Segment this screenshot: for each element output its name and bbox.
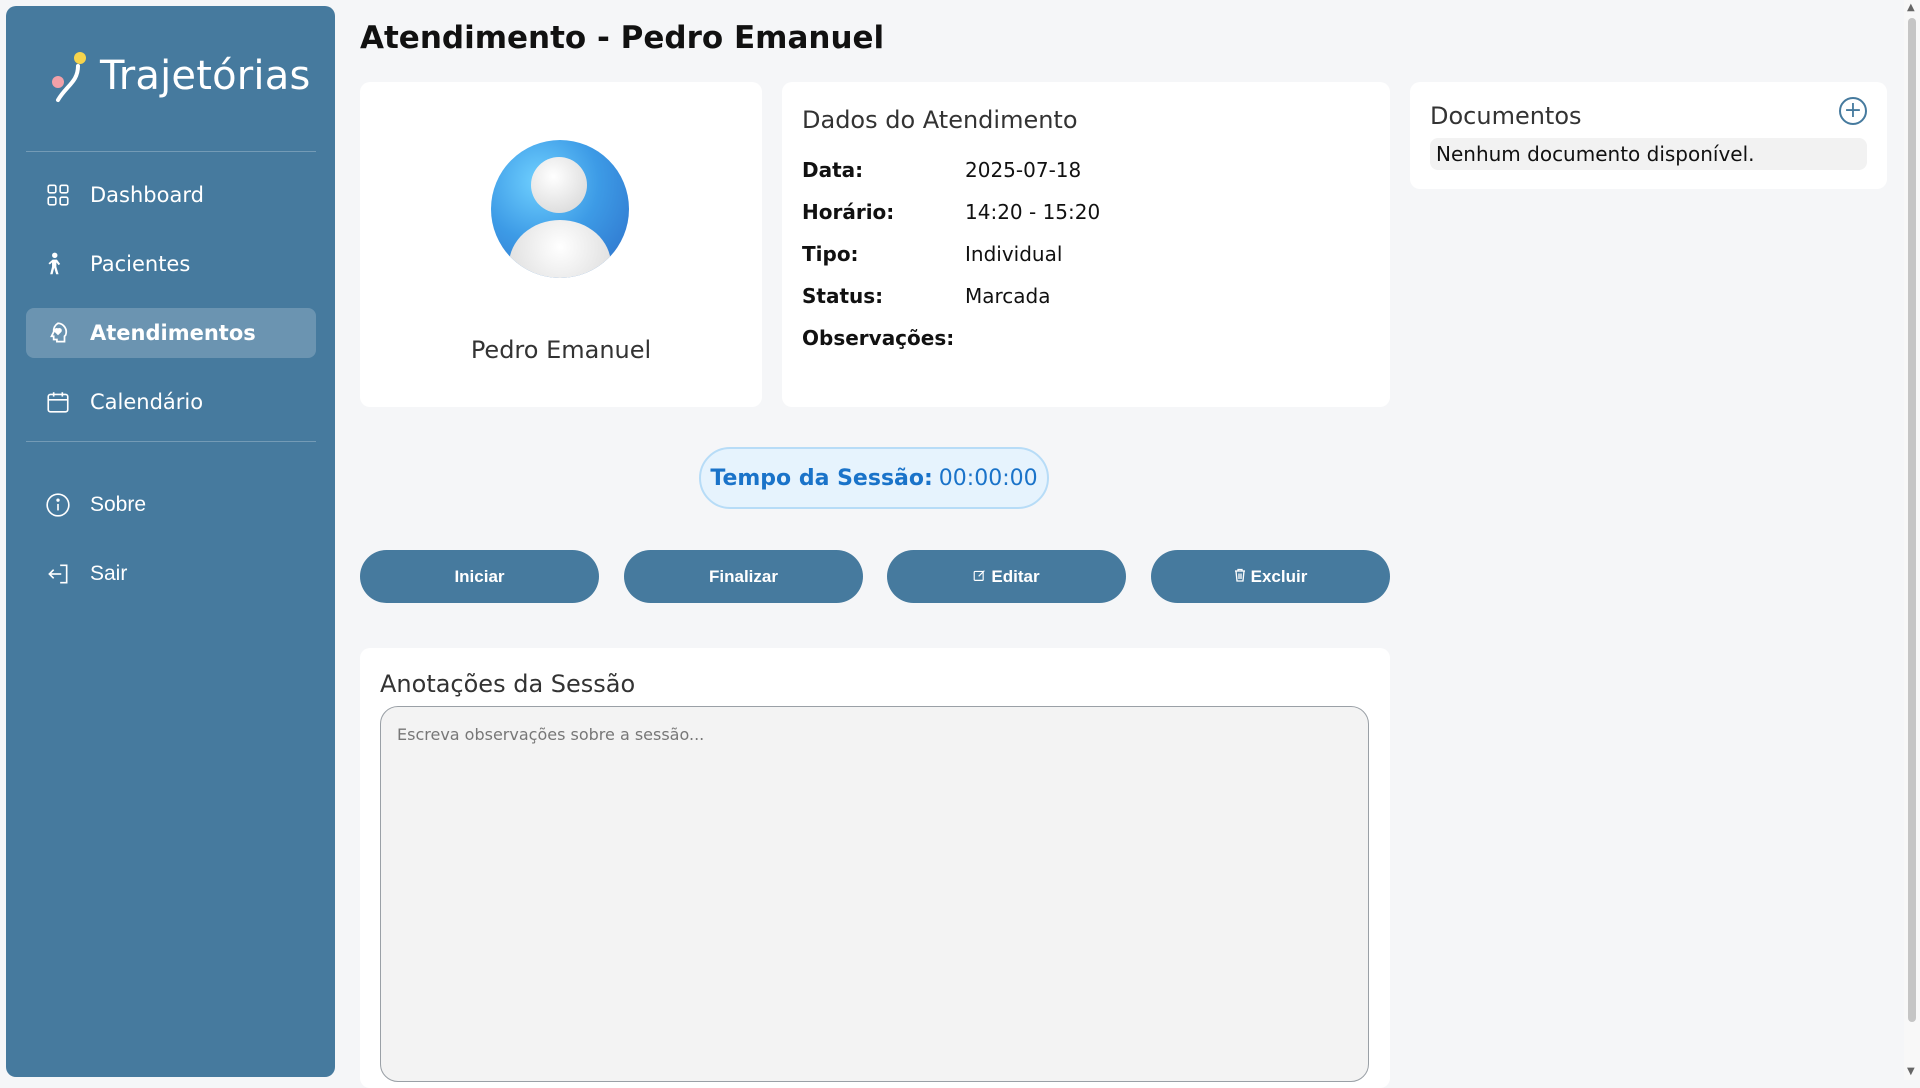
documents-title: Documentos [1430, 102, 1582, 130]
field-value: 14:20 - 15:20 [965, 200, 1101, 224]
documents-card: Documentos + Nenhum documento disponível… [1410, 82, 1887, 189]
user-avatar-icon [491, 140, 629, 278]
brand-name: Trajetórias [100, 53, 311, 99]
plus-icon: + [1843, 98, 1863, 123]
sidebar-item-atendimentos[interactable]: Atendimentos [26, 308, 316, 358]
sidebar-item-pacientes[interactable]: Pacientes [26, 239, 316, 289]
page-title: Atendimento - Pedro Emanuel [360, 20, 885, 56]
field-value: 2025-07-18 [965, 158, 1082, 182]
field-label: Observações: [802, 326, 955, 350]
patient-name: Pedro Emanuel [470, 336, 652, 364]
brand[interactable]: Trajetórias [48, 46, 311, 106]
delete-button[interactable]: Excluir [1151, 550, 1390, 603]
trajectory-logo-icon [52, 52, 86, 102]
person-icon [44, 250, 72, 278]
sidebar-item-sair[interactable]: Sair [26, 549, 316, 599]
appointment-title: Dados do Atendimento [802, 106, 1078, 134]
grid-icon [44, 181, 72, 209]
edit-button[interactable]: Editar [887, 550, 1126, 603]
edit-button-label: Editar [991, 566, 1040, 586]
sidebar-item-label: Sair [90, 562, 128, 585]
page-scrollbar[interactable]: ▲ ▼ [1904, 0, 1920, 1080]
sidebar-item-label: Dashboard [90, 183, 204, 207]
delete-button-label: Excluir [1250, 566, 1308, 586]
add-document-button[interactable]: + [1839, 97, 1867, 125]
sidebar-item-label: Pacientes [90, 252, 191, 276]
calendar-icon [44, 388, 72, 416]
start-button[interactable]: Iniciar [360, 550, 599, 603]
sidebar: Trajetórias Dashboard Pacientes Atendime… [6, 6, 335, 1077]
sidebar-item-sobre[interactable]: Sobre [26, 480, 316, 530]
appointment-card: Dados do Atendimento Data: 2025-07-18 Ho… [782, 82, 1390, 407]
field-observacoes: Observações: [802, 326, 965, 350]
sidebar-divider [26, 151, 316, 152]
field-tipo: Tipo: Individual [802, 242, 1062, 266]
field-label: Data: [802, 158, 864, 182]
sidebar-item-label: Sobre [90, 493, 147, 516]
field-label: Tipo: [802, 242, 859, 266]
field-value: Marcada [965, 284, 1051, 308]
scrollbar-thumb[interactable] [1908, 18, 1916, 1022]
info-icon [44, 491, 72, 519]
finish-button-label: Finalizar [709, 566, 778, 586]
trash-icon [1234, 568, 1246, 585]
sidebar-divider [26, 441, 316, 442]
field-label: Status: [802, 284, 884, 308]
field-label: Horário: [802, 200, 895, 224]
session-timer: Tempo da Sessão: 00:00:00 [699, 447, 1049, 509]
head-heart-icon [44, 319, 72, 347]
timer-label: Tempo da Sessão: [710, 465, 933, 491]
edit-icon [973, 569, 986, 585]
notes-card: Anotações da Sessão [360, 648, 1390, 1088]
field-data: Data: 2025-07-18 [802, 158, 1081, 182]
scroll-up-icon[interactable]: ▲ [1907, 2, 1915, 13]
start-button-label: Iniciar [454, 566, 505, 586]
notes-title: Anotações da Sessão [380, 670, 636, 698]
field-status: Status: Marcada [802, 284, 1051, 308]
logout-icon [44, 560, 72, 588]
notes-textarea[interactable] [380, 706, 1369, 1082]
sidebar-item-dashboard[interactable]: Dashboard [26, 170, 316, 220]
sidebar-item-label: Atendimentos [90, 321, 256, 345]
sidebar-item-calendario[interactable]: Calendário [26, 377, 316, 427]
documents-empty-message: Nenhum documento disponível. [1430, 138, 1867, 170]
field-horario: Horário: 14:20 - 15:20 [802, 200, 1100, 224]
finish-button[interactable]: Finalizar [624, 550, 863, 603]
scroll-down-icon[interactable]: ▼ [1907, 1066, 1915, 1077]
field-value: Individual [965, 242, 1063, 266]
sidebar-item-label: Calendário [90, 390, 204, 414]
timer-value: 00:00:00 [938, 465, 1038, 491]
patient-card: Pedro Emanuel [360, 82, 762, 407]
